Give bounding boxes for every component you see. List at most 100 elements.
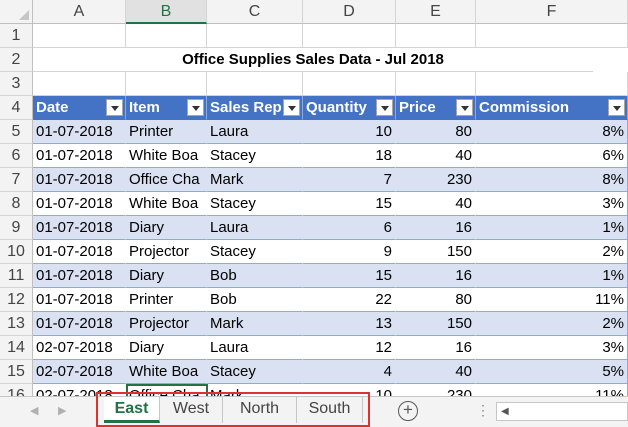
table-cell[interactable]: 150 (396, 312, 476, 336)
table-cell[interactable]: 11% (476, 288, 628, 312)
cell[interactable] (207, 24, 303, 48)
table-cell[interactable]: White Boa (126, 144, 207, 168)
table-cell[interactable]: 6% (476, 144, 628, 168)
cell[interactable] (476, 72, 628, 96)
column-header-c[interactable]: C (207, 0, 303, 24)
filter-dropdown-icon[interactable] (283, 99, 300, 116)
column-header-a[interactable]: A (33, 0, 126, 24)
table-cell[interactable]: White Boa (126, 192, 207, 216)
table-cell[interactable]: Projector (126, 312, 207, 336)
table-cell[interactable]: Diary (126, 336, 207, 360)
table-cell[interactable]: 1% (476, 216, 628, 240)
table-cell[interactable]: 01-07-2018 (33, 192, 126, 216)
table-cell[interactable]: Stacey (207, 144, 303, 168)
table-cell[interactable]: 01-07-2018 (33, 168, 126, 192)
table-cell[interactable]: 01-07-2018 (33, 264, 126, 288)
table-cell[interactable]: 01-07-2018 (33, 144, 126, 168)
table-cell[interactable]: 8% (476, 120, 628, 144)
filter-dropdown-icon[interactable] (106, 99, 123, 116)
table-cell[interactable]: Diary (126, 216, 207, 240)
sheet-tab-north[interactable]: North (223, 397, 297, 423)
table-header-cell[interactable]: Item (126, 96, 207, 120)
table-cell[interactable]: Bob (207, 264, 303, 288)
table-cell[interactable]: 40 (396, 144, 476, 168)
table-cell[interactable]: 80 (396, 288, 476, 312)
table-cell[interactable]: 15 (303, 192, 396, 216)
cell[interactable] (303, 72, 396, 96)
spreadsheet-grid[interactable]: ABCDEF 1 2 3 4 5 6 7 8 9 10 11 12 13 14 15 16 Office Su… (0, 0, 628, 396)
table-cell[interactable]: 11% (476, 384, 628, 396)
table-cell[interactable]: 15 (303, 264, 396, 288)
sheet-tab-south[interactable]: South (297, 397, 363, 423)
table-cell[interactable]: 02-07-2018 (33, 336, 126, 360)
table-cell[interactable]: Printer (126, 120, 207, 144)
table-cell[interactable]: 13 (303, 312, 396, 336)
table-cell[interactable]: Diary (126, 264, 207, 288)
table-cell[interactable]: 10 (303, 120, 396, 144)
table-cell[interactable]: Mark (207, 168, 303, 192)
table-cell[interactable]: 01-07-2018 (33, 312, 126, 336)
next-sheet-icon[interactable]: ▶ (58, 404, 66, 417)
table-cell[interactable]: 2% (476, 240, 628, 264)
sheet-tab-east[interactable]: East (104, 397, 160, 423)
table-cell[interactable]: Bob (207, 288, 303, 312)
prev-sheet-icon[interactable]: ◀ (30, 404, 38, 417)
table-cell[interactable]: 16 (396, 336, 476, 360)
table-header-cell[interactable]: Date (33, 96, 126, 120)
table-cell[interactable]: 230 (396, 384, 476, 396)
column-header-d[interactable]: D (303, 0, 396, 24)
table-cell[interactable]: Printer (126, 288, 207, 312)
sheet-tab-west[interactable]: West (160, 397, 223, 423)
table-cell[interactable]: Laura (207, 120, 303, 144)
table-cell[interactable]: 12 (303, 336, 396, 360)
select-all-corner[interactable] (0, 0, 33, 24)
cell[interactable] (207, 72, 303, 96)
table-cell[interactable]: 40 (396, 360, 476, 384)
table-cell[interactable]: 4 (303, 360, 396, 384)
cell[interactable] (126, 24, 207, 48)
cell[interactable] (303, 24, 396, 48)
table-cell[interactable]: 01-07-2018 (33, 216, 126, 240)
table-cell[interactable]: 230 (396, 168, 476, 192)
table-cell[interactable]: 3% (476, 336, 628, 360)
table-cell[interactable]: 16 (396, 264, 476, 288)
table-cell[interactable]: 6 (303, 216, 396, 240)
column-header-b[interactable]: B (126, 0, 207, 24)
add-sheet-icon[interactable]: + (398, 401, 418, 421)
table-cell[interactable]: 02-07-2018 (33, 360, 126, 384)
cell[interactable] (33, 24, 126, 48)
table-header-cell[interactable]: Quantity (303, 96, 396, 120)
table-cell[interactable]: Stacey (207, 360, 303, 384)
cell[interactable] (396, 24, 476, 48)
table-cell[interactable]: Laura (207, 336, 303, 360)
table-cell[interactable]: 2% (476, 312, 628, 336)
table-cell[interactable]: Stacey (207, 192, 303, 216)
table-header-cell[interactable]: Price (396, 96, 476, 120)
table-cell[interactable]: 150 (396, 240, 476, 264)
cell[interactable] (126, 72, 207, 96)
table-cell[interactable]: 02-07-2018 (33, 384, 126, 396)
cell[interactable] (476, 24, 628, 48)
table-cell[interactable]: 01-07-2018 (33, 240, 126, 264)
table-cell[interactable]: 8% (476, 168, 628, 192)
scroll-left-icon[interactable]: ◀ (501, 406, 509, 417)
table-cell[interactable]: Office Cha (126, 384, 207, 396)
table-cell[interactable]: 01-07-2018 (33, 288, 126, 312)
table-cell[interactable]: 9 (303, 240, 396, 264)
horizontal-scrollbar[interactable]: ◀ (496, 402, 628, 421)
column-header-f[interactable]: F (476, 0, 628, 24)
table-cell[interactable]: Projector (126, 240, 207, 264)
filter-dropdown-icon[interactable] (456, 99, 473, 116)
more-options-icon[interactable]: ⋮ (476, 402, 490, 419)
sheet-title[interactable]: Office Supplies Sales Data - Jul 2018 (33, 48, 593, 72)
filter-dropdown-icon[interactable] (187, 99, 204, 116)
table-cell[interactable]: 40 (396, 192, 476, 216)
table-cell[interactable]: 16 (396, 216, 476, 240)
table-cell[interactable]: Office Cha (126, 168, 207, 192)
table-cell[interactable]: 01-07-2018 (33, 120, 126, 144)
table-cell[interactable]: 5% (476, 360, 628, 384)
table-cell[interactable]: 80 (396, 120, 476, 144)
filter-dropdown-icon[interactable] (608, 99, 625, 116)
table-cell[interactable]: Stacey (207, 240, 303, 264)
table-cell[interactable]: Mark (207, 312, 303, 336)
